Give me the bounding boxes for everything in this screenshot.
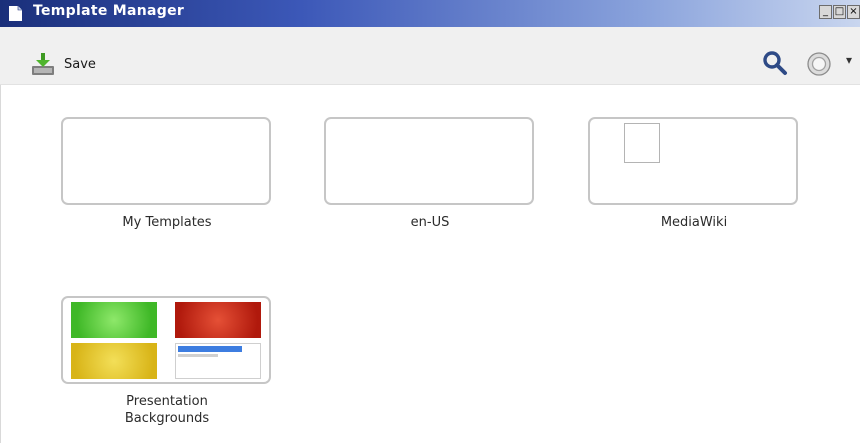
folder-label: Presentation Backgrounds	[61, 393, 273, 427]
title-bar: Template Manager _ □ ×	[0, 0, 860, 27]
template-folders-area: My Templates en-US MediaWiki Presentatio…	[0, 85, 860, 443]
yellow-background-preview	[71, 343, 157, 379]
save-button[interactable]: Save	[30, 49, 96, 79]
toolbar: Save ▾	[0, 27, 860, 85]
search-icon[interactable]	[762, 50, 788, 76]
app-document-icon	[9, 6, 22, 21]
green-background-preview	[71, 302, 157, 338]
folder-label-line: Presentation	[126, 394, 208, 409]
folder-en-us[interactable]: en-US	[324, 117, 536, 231]
folder-label: MediaWiki	[660, 215, 728, 230]
red-background-preview	[175, 302, 261, 338]
white-background-preview	[175, 343, 261, 379]
blue-header-bar	[178, 346, 242, 352]
dropdown-arrow-icon[interactable]: ▾	[846, 53, 852, 67]
folder-my-templates[interactable]: My Templates	[61, 117, 273, 231]
minimize-button[interactable]: _	[819, 5, 832, 19]
folder-thumbnail	[324, 117, 534, 205]
folder-label: en-US	[410, 215, 450, 230]
settings-icon[interactable]	[806, 51, 832, 77]
folder-thumbnail	[61, 296, 271, 384]
gray-text-line	[178, 354, 218, 357]
save-icon	[32, 53, 54, 75]
folder-presentation-backgrounds[interactable]: Presentation Backgrounds	[61, 296, 273, 427]
folder-thumbnail	[588, 117, 798, 205]
folder-mediawiki[interactable]: MediaWiki	[588, 117, 800, 231]
window-title: Template Manager	[33, 3, 185, 19]
folder-label-line: Backgrounds	[124, 411, 210, 426]
close-button[interactable]: ×	[847, 5, 860, 19]
folder-label: My Templates	[122, 215, 212, 230]
save-label: Save	[64, 56, 96, 72]
folder-thumbnail	[61, 117, 271, 205]
template-document-icon	[624, 123, 660, 163]
window-controls: _ □ ×	[819, 5, 860, 19]
maximize-button[interactable]: □	[833, 5, 846, 19]
